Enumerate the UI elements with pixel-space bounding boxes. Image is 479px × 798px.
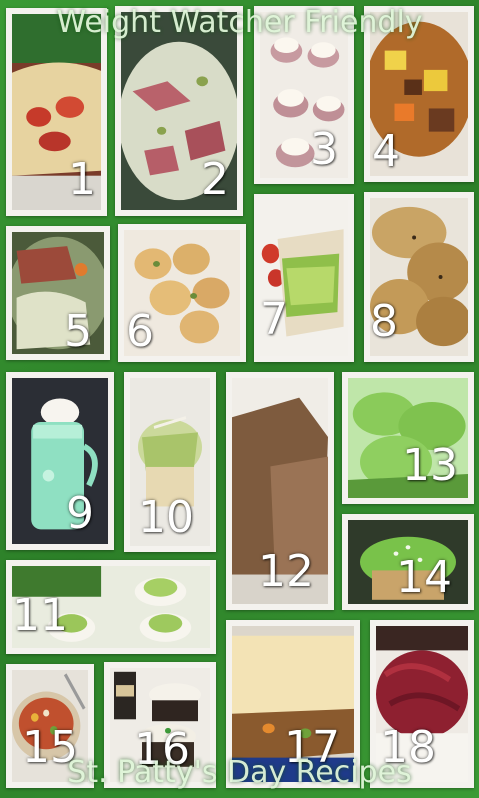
recipe-tile-5[interactable]: 5 xyxy=(6,226,110,360)
recipe-tile-11[interactable]: 11 xyxy=(6,560,216,654)
collage-title: Weight Watcher Friendly xyxy=(56,5,423,40)
recipe-number: 7 xyxy=(260,294,288,345)
recipe-tile-9[interactable]: 9 xyxy=(6,372,114,550)
recipe-number: 1 xyxy=(68,154,96,205)
recipe-number: 3 xyxy=(310,124,338,175)
recipe-number: 9 xyxy=(66,488,94,539)
recipe-number: 6 xyxy=(126,306,154,357)
recipe-tile-14[interactable]: 14 xyxy=(342,514,474,610)
recipe-number: 13 xyxy=(402,440,458,491)
recipe-tile-12[interactable]: 12 xyxy=(226,372,334,610)
collage: 1 2 3 4 5 6 7 8 9 10 12 13 14 11 15 16 1… xyxy=(0,0,479,798)
recipe-tile-10[interactable]: 10 xyxy=(124,372,216,552)
recipe-tile-6[interactable]: 6 xyxy=(118,224,246,362)
recipe-number: 12 xyxy=(258,546,314,597)
recipe-tile-8[interactable]: 8 xyxy=(364,192,474,362)
recipe-number: 8 xyxy=(370,296,398,347)
recipe-number: 11 xyxy=(12,590,68,641)
recipe-number: 2 xyxy=(201,154,229,205)
recipe-tile-7[interactable]: 7 xyxy=(254,194,354,362)
recipe-number: 4 xyxy=(372,126,400,177)
recipe-tile-13[interactable]: 13 xyxy=(342,372,474,504)
recipe-number: 5 xyxy=(64,306,92,357)
recipe-number: 10 xyxy=(138,492,194,543)
recipe-number: 14 xyxy=(396,552,452,603)
collage-subtitle: St. Patty's Day Recipes xyxy=(67,755,412,790)
